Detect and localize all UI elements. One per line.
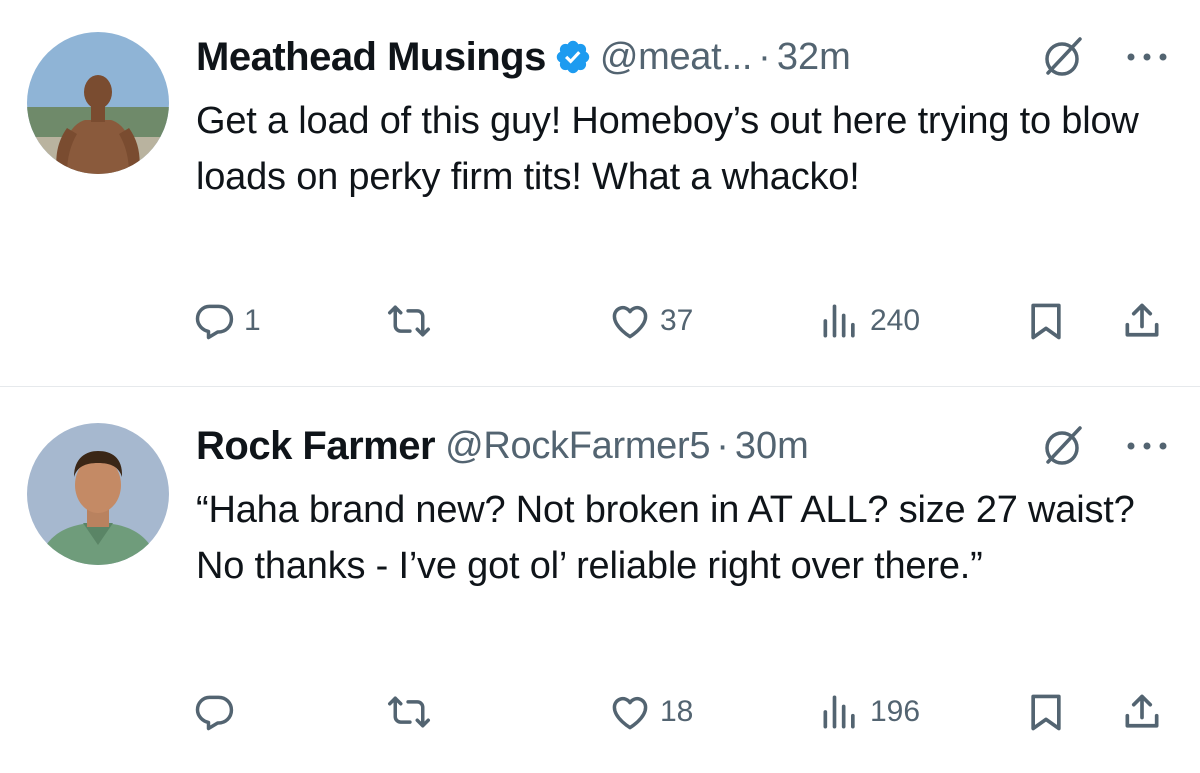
views-icon: [823, 695, 855, 729]
timestamp[interactable]: 32m: [777, 36, 851, 79]
like-count: 37: [660, 304, 694, 337]
display-name[interactable]: Rock Farmer: [196, 424, 436, 469]
handle[interactable]: @meat...: [600, 36, 753, 79]
repost-button[interactable]: [387, 296, 439, 346]
view-count: 240: [870, 304, 921, 337]
like-button[interactable]: 18: [608, 687, 693, 737]
display-name[interactable]: Meathead Musings: [196, 35, 546, 80]
repost-icon: [388, 305, 430, 337]
views-icon: [823, 304, 855, 338]
more-icon[interactable]: [1124, 50, 1170, 64]
reply-icon: [195, 695, 234, 731]
tweet[interactable]: Rock Farmer @RockFarmer5 · 30m “Haha bra…: [0, 387, 1200, 773]
more-icon[interactable]: [1124, 439, 1170, 453]
reply-button[interactable]: 1: [192, 296, 261, 346]
verified-badge-icon: [556, 40, 590, 74]
reply-count: 1: [244, 304, 261, 337]
repost-icon: [388, 696, 430, 728]
separator-dot: ·: [758, 35, 771, 78]
views-button[interactable]: 240: [818, 296, 920, 346]
avatar-image: [27, 32, 169, 174]
action-bar: 18 196: [0, 687, 1200, 737]
repost-button[interactable]: [387, 687, 439, 737]
share-icon: [1125, 303, 1159, 337]
share-button[interactable]: [1120, 687, 1164, 737]
tweet-header: Rock Farmer @RockFarmer5 · 30m: [196, 421, 1170, 471]
tweet-text: Get a load of this guy! Homeboy’s out he…: [196, 100, 1139, 198]
tweet[interactable]: Meathead Musings @meat... · 32m Get a lo…: [0, 0, 1200, 386]
avatar[interactable]: [27, 32, 169, 174]
timestamp[interactable]: 30m: [735, 425, 809, 468]
avatar-image: [27, 423, 169, 565]
like-icon: [612, 305, 648, 339]
separator-dot: ·: [716, 424, 729, 467]
reply-button[interactable]: [192, 687, 244, 737]
tweet-text: “Haha brand new? Not broken in AT ALL? s…: [196, 489, 1135, 587]
views-button[interactable]: 196: [818, 687, 920, 737]
reply-icon: [195, 304, 234, 340]
view-count: 196: [870, 695, 921, 728]
bookmark-icon: [1031, 303, 1061, 340]
bookmark-button[interactable]: [1024, 296, 1068, 346]
tweet-header: Meathead Musings @meat... · 32m: [196, 32, 1170, 82]
grok-icon[interactable]: [1040, 33, 1088, 81]
handle[interactable]: @RockFarmer5: [445, 425, 710, 468]
like-button[interactable]: 37: [608, 296, 693, 346]
avatar[interactable]: [27, 423, 169, 565]
share-button[interactable]: [1120, 296, 1164, 346]
like-icon: [612, 696, 648, 730]
share-icon: [1125, 694, 1159, 728]
bookmark-icon: [1031, 694, 1061, 731]
like-count: 18: [660, 695, 694, 728]
grok-icon[interactable]: [1040, 422, 1088, 470]
bookmark-button[interactable]: [1024, 687, 1068, 737]
action-bar: 1 37 240: [0, 296, 1200, 346]
